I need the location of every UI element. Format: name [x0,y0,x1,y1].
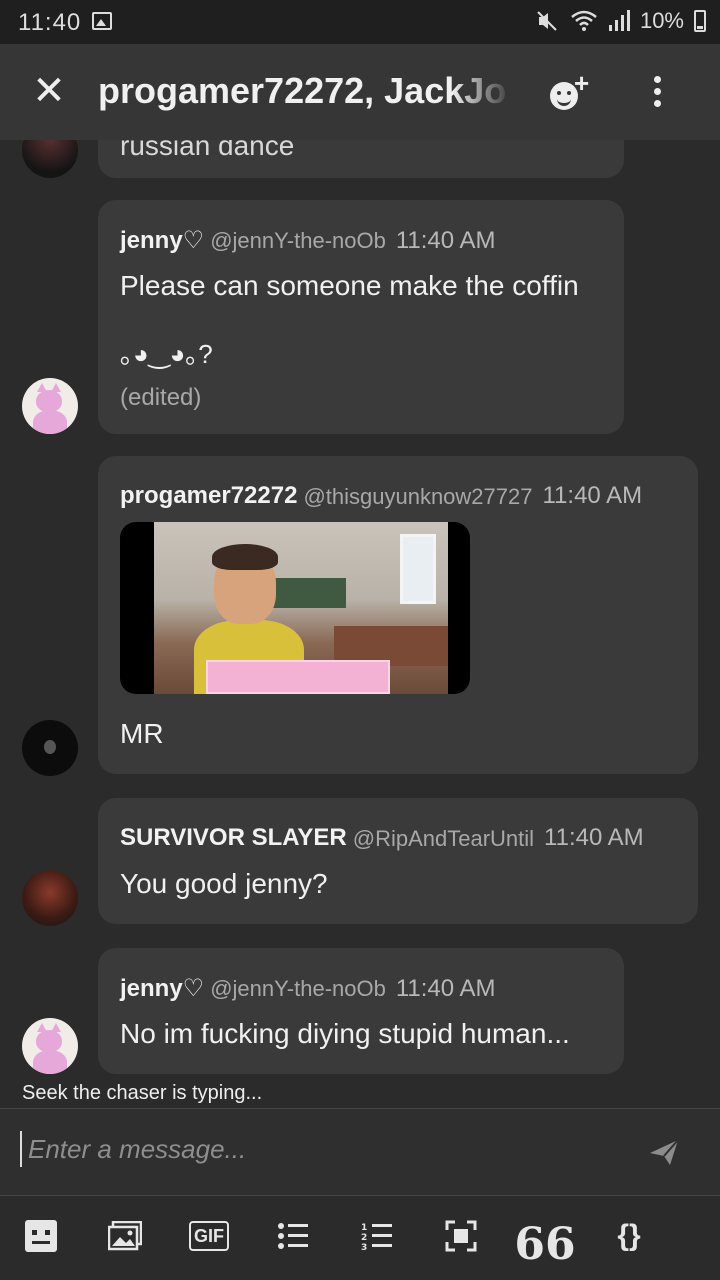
emoji-icon [25,1220,57,1252]
code-button[interactable]: {} [612,1219,646,1252]
status-time: 11:40 [18,9,82,36]
wifi-icon [571,10,597,31]
message-image[interactable] [120,522,470,694]
avatar[interactable] [22,378,78,434]
message-time: 11:40 AM [542,482,643,509]
message-author[interactable]: SURVIVOR SLAYER [120,824,347,851]
message-text: MR [120,718,164,749]
send-icon [650,1139,679,1165]
message-handle: @jennY-the-noOb [210,228,386,253]
message-header: jenny♡ @jennY-the-noOb 11:40 AM [120,226,495,255]
quote-icon: 66 [514,1219,576,1270]
image-button[interactable] [108,1220,142,1252]
message-text: russian dance [120,140,295,161]
message-composer [0,1108,720,1196]
more-vert-icon [653,76,661,83]
status-indicators: 10% [536,8,706,34]
close-icon: ✕ [32,69,66,113]
quote-button[interactable]: 66 [514,1220,575,1267]
message-header: progamer72272 @thisguyunknow27727 11:40 AM [120,482,680,510]
message-handle: @thisguyunknow27727 [303,484,533,509]
battery-percent: 10% [639,8,684,33]
chat-title[interactable]: progamer72272, JackJo [98,70,512,118]
message-bubble[interactable]: jenny♡ @jennY-the-noOb 11:40 AM Please can… [98,200,624,434]
message-bubble[interactable]: jenny♡ @jennY-the-noOb 11:40 AM No im fuck… [98,948,624,1074]
message-author[interactable]: jenny♡ [120,975,204,1002]
more-options-button[interactable] [648,76,666,110]
message-handle: @jennY-the-noOb [210,976,386,1001]
status-bar: 11:40 10% [0,0,720,44]
send-button[interactable] [648,1137,680,1167]
numbered-list-button[interactable]: 123 [360,1220,394,1252]
message-header: SURVIVOR SLAYER @RipAndTearUntil 11:40 AM [120,824,644,852]
message-header: jenny♡ @jennY-the-noOb 11:40 AM [120,974,495,1003]
signal-icon [608,10,630,31]
gif-icon: GIF [189,1221,229,1251]
message-text: You good jenny? [120,868,328,899]
avatar[interactable] [22,870,78,926]
avatar[interactable] [22,720,78,776]
svg-text:1: 1 [361,1223,367,1233]
message-author[interactable]: jenny♡ [120,227,204,254]
message-time: 11:40 AM [395,227,496,254]
typing-indicator: Seek the chaser is typing... [22,1082,263,1104]
numbered-list-icon: 123 [361,1223,392,1251]
battery-icon [694,10,706,32]
chat-header: ✕ progamer72272, JackJo + [0,44,720,140]
bullet-list-icon [278,1223,308,1249]
svg-text:2: 2 [361,1233,367,1243]
avatar[interactable] [22,1018,78,1074]
emoji-button[interactable] [24,1220,58,1252]
message-text: No im fucking diying stupid human... [120,1018,570,1049]
message-text-line2: ｡◕‿◕｡? [120,339,213,369]
message-text: Please can someone make the coffin [120,270,579,301]
video-thumbnail [154,522,448,694]
mute-icon [537,11,557,31]
message-author[interactable]: progamer72272 [120,482,297,509]
avatar[interactable] [22,140,78,178]
edited-label: (edited) [120,384,202,411]
bullet-list-button[interactable] [276,1220,310,1252]
message-time: 11:40 AM [395,975,496,1002]
gif-button[interactable]: GIF [189,1220,229,1252]
message-bubble[interactable]: SURVIVOR SLAYER @RipAndTearUntil 11:40 AM … [98,798,698,924]
add-member-button[interactable]: + [548,68,596,116]
message-handle: @RipAndTearUntil [352,826,535,851]
image-notification-icon [92,12,112,30]
close-button[interactable]: ✕ [28,70,70,112]
spoiler-icon [445,1220,477,1252]
message-list[interactable]: russian dance jenny♡ @jennY-the-noOb 11:40… [0,140,720,1078]
message-input[interactable] [28,1129,608,1169]
text-cursor [20,1131,22,1167]
spoiler-button[interactable] [444,1220,478,1252]
message-time: 11:40 AM [544,824,644,851]
message-bubble[interactable]: progamer72272 @thisguyunknow27727 11:40 AM… [98,456,698,774]
code-icon: {} [617,1219,641,1252]
svg-text:3: 3 [361,1243,367,1251]
image-icon [108,1221,142,1251]
formatting-toolbar: GIF 123 66 {} [0,1196,720,1280]
message-bubble[interactable]: russian dance [98,140,624,178]
